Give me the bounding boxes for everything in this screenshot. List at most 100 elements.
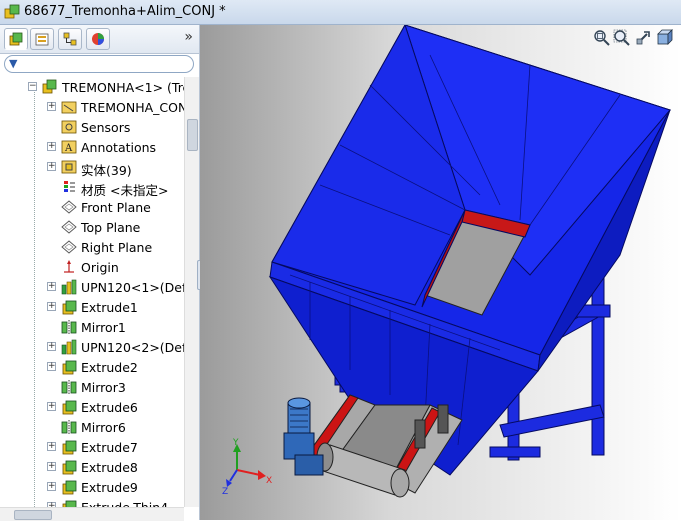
tree-item-label: Extrude-Thin4 xyxy=(81,500,168,507)
tree-item[interactable]: + Extrude1 xyxy=(0,297,184,317)
extrude-icon xyxy=(62,360,77,375)
horizontal-scroll-thumb[interactable] xyxy=(14,510,52,520)
tree-item[interactable]: − TREMONHA<1> (Tre xyxy=(0,77,184,97)
extrude-icon xyxy=(62,460,77,475)
tree-item[interactable]: Front Plane xyxy=(0,197,184,217)
tree-item[interactable]: Mirror6 xyxy=(0,417,184,437)
assembly-icon xyxy=(4,4,20,19)
tree-item[interactable]: Mirror1 xyxy=(0,317,184,337)
expand-icon[interactable]: + xyxy=(47,302,56,311)
tab-featuremanager[interactable] xyxy=(4,28,28,50)
sensors-icon xyxy=(61,120,77,134)
window-titlebar: 68677_Tremonha+Alim_CONJ * xyxy=(0,0,681,25)
filter-icon[interactable]: ▼ xyxy=(9,57,17,70)
hopper-model[interactable]: Y X Z xyxy=(200,25,681,520)
tree-item-label: UPN120<1>(Defa xyxy=(81,280,184,295)
expand-icon[interactable]: + xyxy=(47,402,56,411)
tree-horizontal-scrollbar[interactable] xyxy=(0,507,184,521)
hopper-body xyxy=(268,25,672,476)
configurationmanager-icon xyxy=(63,32,77,46)
tree-filter-input[interactable]: ▼ xyxy=(4,55,194,73)
display-manager-icon xyxy=(92,33,104,45)
tree-item[interactable]: Right Plane xyxy=(0,237,184,257)
expand-icon[interactable]: + xyxy=(47,282,56,291)
tree-item[interactable]: + A Annotations xyxy=(0,137,184,157)
tab-configurationmanager[interactable] xyxy=(58,28,82,50)
library-feature-icon xyxy=(61,339,77,355)
tree-item[interactable]: Mirror3 xyxy=(0,377,184,397)
extrude-icon xyxy=(62,480,77,495)
tree-item-label: Front Plane xyxy=(81,200,151,215)
triad-y-label: Y xyxy=(232,438,239,448)
tree-item[interactable]: Origin xyxy=(0,257,184,277)
tree-item-label: Origin xyxy=(81,260,119,275)
tab-display-manager[interactable] xyxy=(86,28,110,50)
tree-item-label: Annotations xyxy=(81,140,157,155)
extrude-icon xyxy=(62,300,77,315)
tree-item[interactable]: + Extrude9 xyxy=(0,477,184,497)
mirror-icon xyxy=(61,320,77,334)
tree-item[interactable]: + 实体(39) xyxy=(0,157,184,178)
extrude-icon xyxy=(62,440,77,455)
propertymanager-icon xyxy=(35,33,49,46)
tree-item-label: Extrude6 xyxy=(81,400,138,415)
expand-icon[interactable]: + xyxy=(47,482,56,491)
tree-vertical-scrollbar[interactable] xyxy=(184,77,199,507)
solid-bodies-icon xyxy=(61,160,77,174)
expand-icon[interactable]: + xyxy=(47,362,56,371)
vertical-scroll-thumb[interactable] xyxy=(187,119,198,151)
plane-icon xyxy=(61,220,77,234)
feature-tree: − TREMONHA<1> (Tre + TREMONHA_CON Sensors + A A… xyxy=(0,77,184,507)
gearmotor xyxy=(283,397,324,476)
svg-text:A: A xyxy=(64,143,73,154)
tree-item-label: Mirror6 xyxy=(81,420,126,435)
tree-item[interactable]: + Extrude7 xyxy=(0,437,184,457)
plane-icon xyxy=(61,240,77,254)
tree-item-label: Extrude7 xyxy=(81,440,138,455)
graphics-viewport[interactable]: Y X Z xyxy=(200,25,681,520)
feeder-conveyor xyxy=(304,394,463,498)
extrude-icon xyxy=(62,500,77,507)
window-title: 68677_Tremonha+Alim_CONJ * xyxy=(24,4,226,19)
tree-item-label: TREMONHA<1> (Tre xyxy=(62,80,184,95)
expand-icon[interactable]: + xyxy=(47,342,56,351)
material-icon xyxy=(64,181,75,192)
annotations-icon: A xyxy=(61,140,77,154)
tree-item-label: Sensors xyxy=(81,120,131,135)
tree-item[interactable]: 材质 <未指定> xyxy=(0,177,184,198)
tab-propertymanager[interactable] xyxy=(30,28,54,50)
tree-item-label: Right Plane xyxy=(81,240,153,255)
expand-icon[interactable]: + xyxy=(47,102,56,111)
tree-item[interactable]: Sensors xyxy=(0,117,184,137)
triad-z-label: Z xyxy=(222,487,228,497)
expand-panel-button[interactable]: » xyxy=(184,29,193,45)
history-folder-icon xyxy=(61,101,77,114)
library-feature-icon xyxy=(61,279,77,295)
manager-tabs: » xyxy=(0,25,199,54)
tree-item-label: Mirror3 xyxy=(81,380,126,395)
tree-item[interactable]: + Extrude6 xyxy=(0,397,184,417)
tree-item[interactable]: + Extrude8 xyxy=(0,457,184,477)
origin-icon xyxy=(64,260,74,273)
tree-item-label: UPN120<2>(Defa xyxy=(81,340,184,355)
tree-item-label: Extrude1 xyxy=(81,300,138,315)
tree-item[interactable]: + TREMONHA_CON xyxy=(0,97,184,117)
tree-item-label: Mirror1 xyxy=(81,320,126,335)
mirror-icon xyxy=(61,380,77,394)
expand-icon[interactable]: + xyxy=(47,462,56,471)
tree-item-label: Extrude2 xyxy=(81,360,138,375)
triad-x-label: X xyxy=(266,476,272,486)
tree-item-label: TREMONHA_CON xyxy=(81,100,184,115)
tree-item-label: Extrude9 xyxy=(81,480,138,495)
tree-item[interactable]: + UPN120<2>(Defa xyxy=(0,337,184,357)
tree-item[interactable]: Top Plane xyxy=(0,217,184,237)
expand-icon[interactable]: + xyxy=(47,162,56,171)
expand-icon[interactable]: + xyxy=(47,142,56,151)
tree-item-label: Extrude8 xyxy=(81,460,138,475)
tree-item[interactable]: + Extrude2 xyxy=(0,357,184,377)
expand-icon[interactable]: + xyxy=(47,442,56,451)
featuremanager-panel: » ▼ − TREMONHA<1> (Tre + TREMONHA_CON Sensor… xyxy=(0,25,200,521)
tree-item[interactable]: + UPN120<1>(Defa xyxy=(0,277,184,297)
tree-item[interactable]: +Extrude-Thin4 xyxy=(0,497,184,507)
collapse-icon[interactable]: − xyxy=(28,82,37,91)
